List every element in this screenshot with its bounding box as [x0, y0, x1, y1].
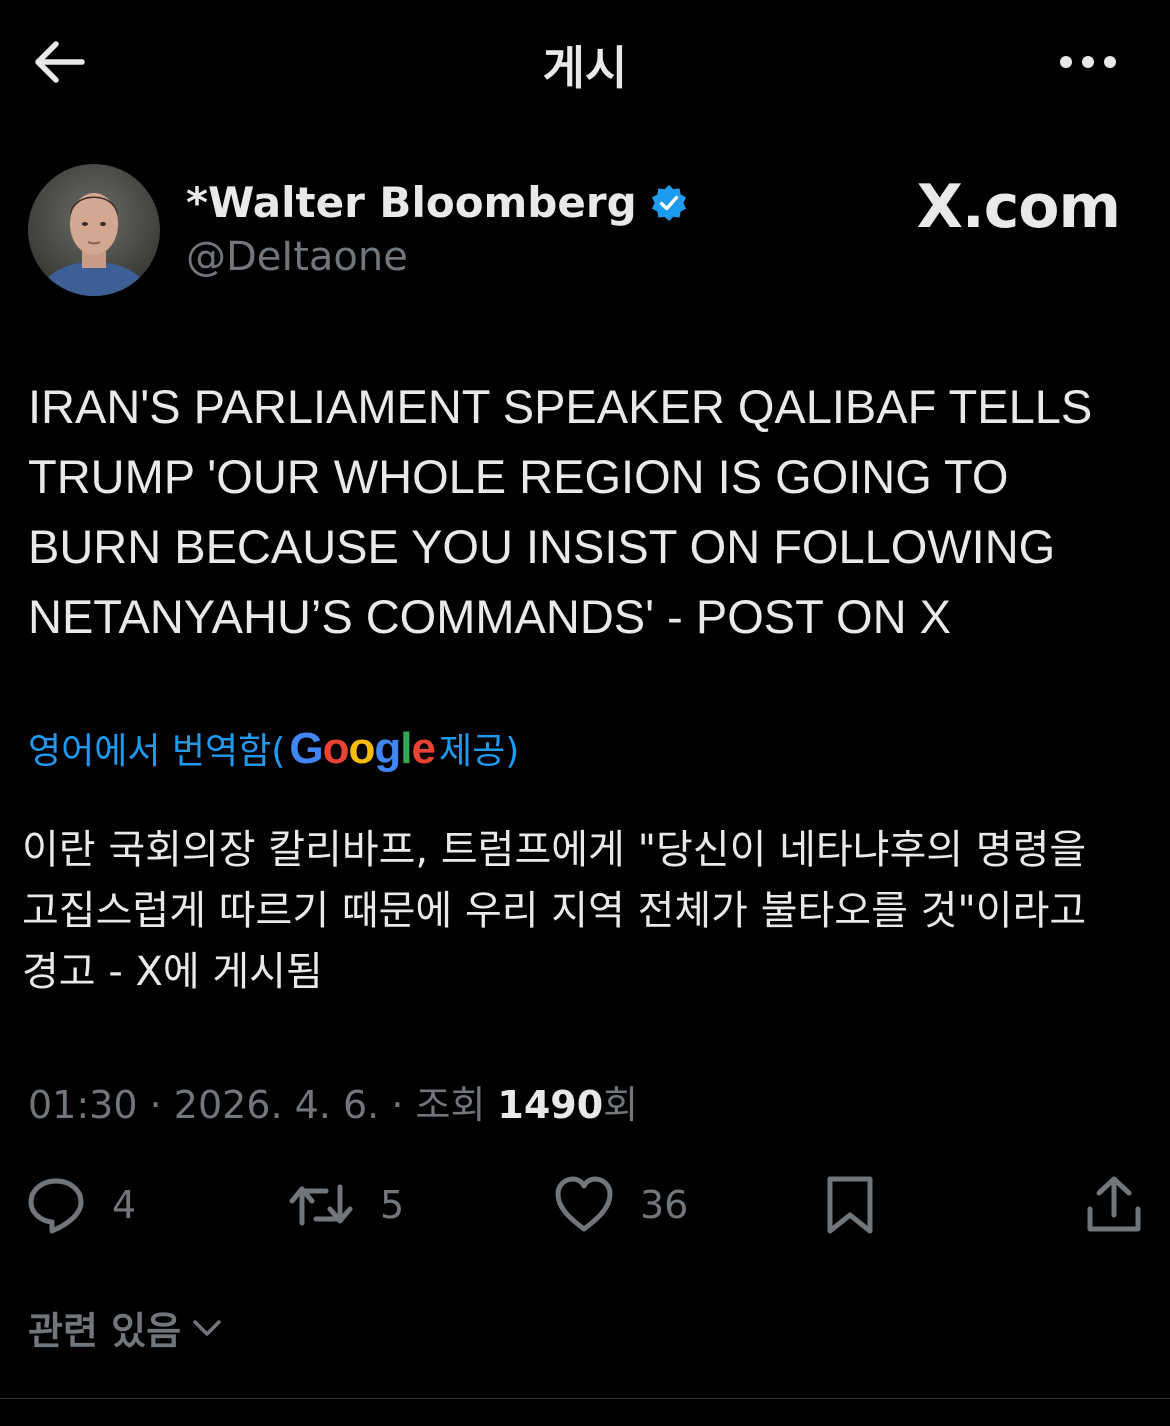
translated-text: 이란 국회의장 칼리바프, 트럼프에게 "당신이 네타냐후의 명령을 고집스럽게… — [22, 820, 1147, 1003]
author-display-name[interactable]: *Walter Bloomberg — [186, 178, 637, 227]
like-button[interactable]: 36 — [554, 1170, 688, 1240]
heart-icon — [555, 1176, 613, 1232]
watermark-xcom: X.com — [916, 172, 1121, 242]
divider — [0, 1398, 1170, 1399]
tweet-line: TRUMP 'OUR WHOLE REGION IS GOING TO — [28, 450, 1009, 503]
top-bar: 게시 — [0, 0, 1170, 124]
page-title: 게시 — [542, 41, 628, 95]
tweet-time[interactable]: 01:30 — [28, 1083, 138, 1127]
translation-attribution[interactable]: 영어에서 번역함( Google 제공) — [28, 722, 519, 774]
translated-line: 이란 국회의장 칼리바프, 트럼프에게 "당신이 네타냐후의 명령을 — [22, 827, 1087, 873]
tweet-line: BURN BECAUSE YOU INSIST ON FOLLOWING — [28, 520, 1056, 573]
related-label: 관련 있음 — [28, 1309, 182, 1353]
reply-count: 4 — [112, 1183, 137, 1227]
tweet-line: NETANYAHU’S COMMANDS' - POST ON X — [28, 590, 951, 643]
share-icon — [1087, 1176, 1141, 1232]
bookmark-icon — [827, 1176, 873, 1234]
google-logo: Google — [289, 724, 436, 773]
more-horizontal-icon — [1060, 56, 1116, 68]
reply-icon — [28, 1178, 84, 1234]
share-button[interactable] — [1084, 1170, 1144, 1240]
repost-count: 5 — [380, 1183, 405, 1227]
tweet-line: IRAN'S PARLIAMENT SPEAKER QALIBAF TELLS — [28, 380, 1093, 433]
avatar[interactable] — [28, 164, 160, 296]
author-name-row[interactable]: *Walter Bloomberg — [186, 178, 689, 227]
bookmark-button[interactable] — [820, 1170, 880, 1240]
tweet-text: IRAN'S PARLIAMENT SPEAKER QALIBAF TELLS … — [28, 372, 1138, 652]
more-options-button[interactable] — [1052, 40, 1124, 84]
views-suffix: 회 — [603, 1083, 639, 1127]
tweet-meta: 01:30 · 2026. 4. 6. · 조회 1490 회 — [28, 1074, 638, 1129]
views-label: 조회 — [415, 1083, 486, 1127]
author-handle[interactable]: @DeItaone — [186, 234, 408, 280]
translation-suffix: 제공) — [438, 731, 520, 772]
verified-badge-icon — [651, 184, 686, 221]
translated-line: 고집스럽게 따르기 때문에 우리 지역 전체가 불타오를 것"이라고 — [22, 888, 1087, 934]
action-bar: 4 5 36 — [0, 1170, 1170, 1240]
chevron-down-icon — [193, 1319, 221, 1336]
translation-prefix: 영어에서 번역함( — [28, 731, 286, 772]
tweet-date[interactable]: 2026. 4. 6. — [174, 1083, 379, 1127]
repost-button[interactable]: 5 — [288, 1170, 404, 1240]
repost-icon — [289, 1184, 353, 1226]
views-count: 1490 — [497, 1083, 604, 1127]
separator-dot: · — [137, 1083, 174, 1127]
reply-button[interactable]: 4 — [26, 1170, 136, 1240]
related-toggle[interactable]: 관련 있음 — [28, 1300, 223, 1355]
separator-dot: · — [379, 1083, 416, 1127]
like-count: 36 — [640, 1183, 689, 1227]
translated-line: 경고 - X에 게시됨 — [22, 949, 323, 995]
